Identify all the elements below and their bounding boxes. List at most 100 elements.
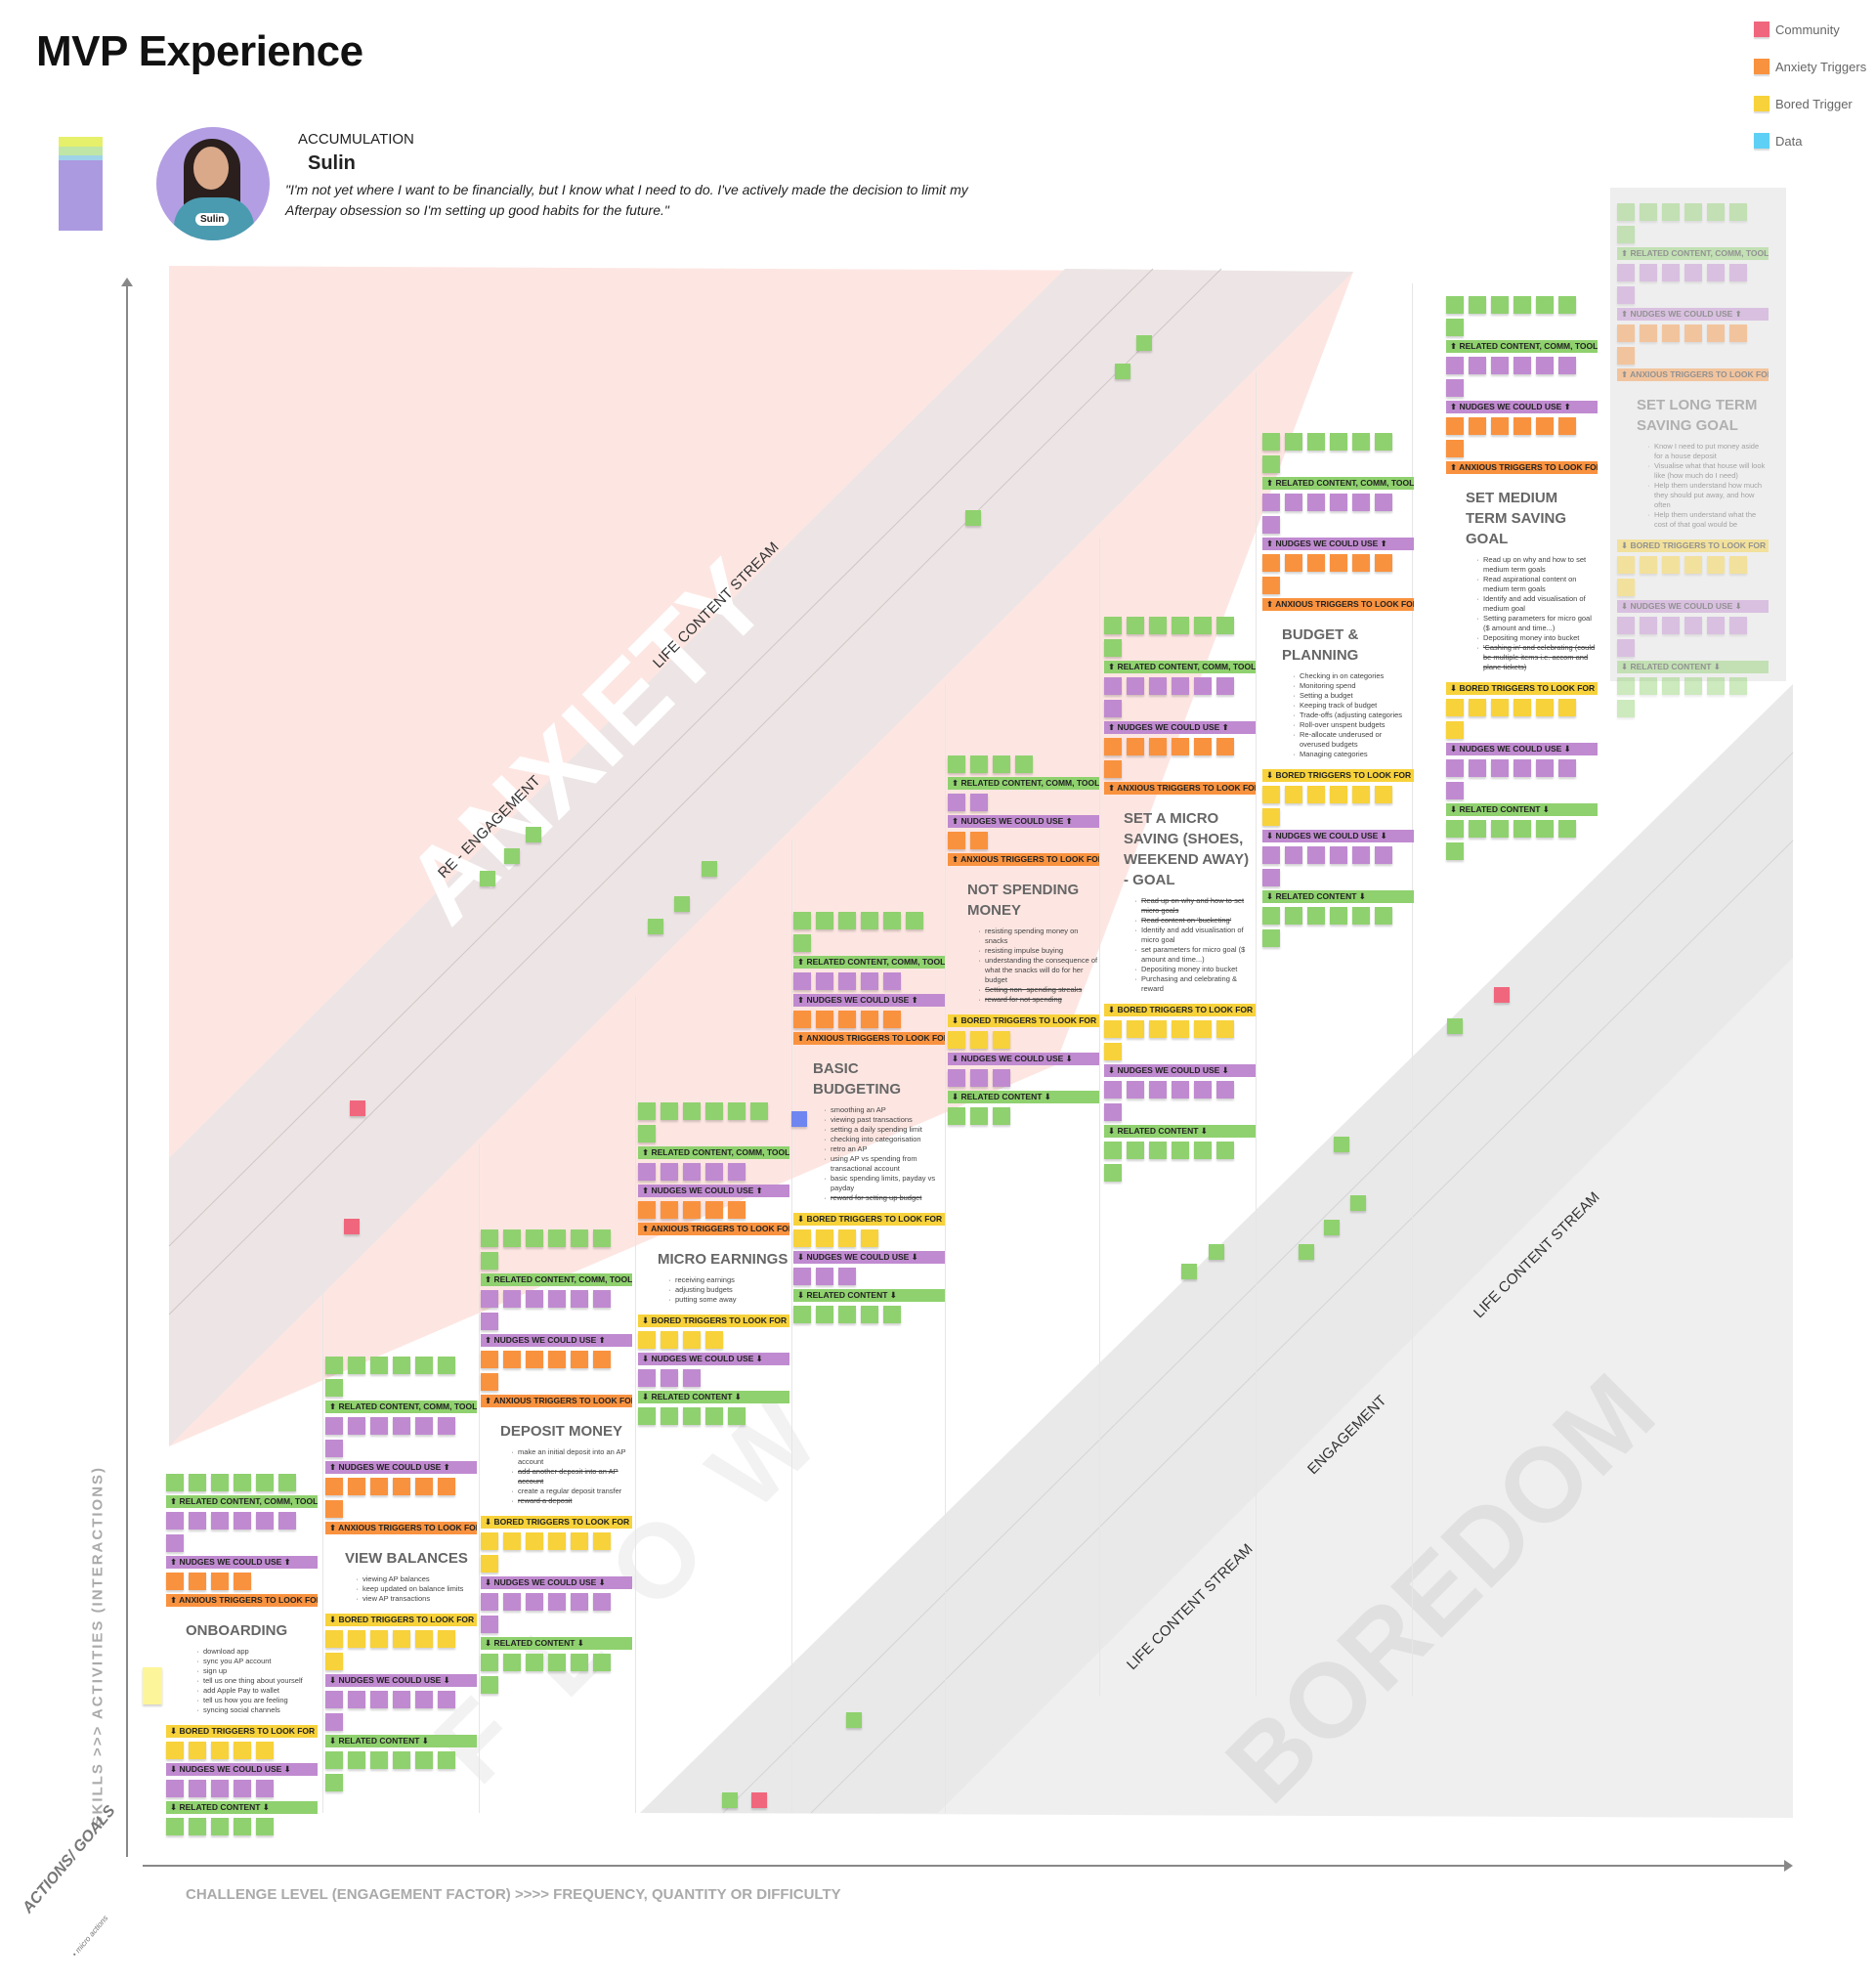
sticky-note-green[interactable]: [503, 1654, 521, 1671]
sticky-note-yellow[interactable]: [526, 1532, 543, 1550]
sticky-note-yellow[interactable]: [211, 1742, 229, 1759]
sticky-note-purple[interactable]: [348, 1691, 365, 1708]
sticky-note-green[interactable]: [838, 912, 856, 929]
sticky-note-purple[interactable]: [325, 1713, 343, 1731]
sticky-note-purple[interactable]: [1104, 1103, 1122, 1121]
sticky-note-purple[interactable]: [211, 1780, 229, 1797]
sticky-note-green[interactable]: [1324, 1220, 1340, 1235]
sticky-note-green[interactable]: [1684, 677, 1702, 695]
sticky-note-purple[interactable]: [278, 1512, 296, 1530]
sticky-note-orange[interactable]: [189, 1573, 206, 1590]
sticky-note-green[interactable]: [393, 1357, 410, 1374]
sticky-note-purple[interactable]: [548, 1290, 566, 1308]
sticky-note-green[interactable]: [1447, 1018, 1463, 1034]
sticky-note-green[interactable]: [1352, 907, 1370, 925]
sticky-note-yellow[interactable]: [1446, 721, 1464, 739]
sticky-note-green[interactable]: [965, 510, 981, 526]
sticky-note-purple[interactable]: [970, 794, 988, 811]
sticky-note-yellow[interactable]: [1172, 1020, 1189, 1038]
sticky-note-green[interactable]: [722, 1792, 738, 1808]
sticky-note-orange[interactable]: [838, 1011, 856, 1028]
sticky-note-orange[interactable]: [393, 1478, 410, 1495]
sticky-note-orange[interactable]: [1262, 554, 1280, 572]
sticky-note-green[interactable]: [970, 755, 988, 773]
sticky-note-yellow[interactable]: [593, 1532, 611, 1550]
sticky-note-green[interactable]: [1330, 907, 1347, 925]
sticky-note-pink[interactable]: [1494, 987, 1510, 1003]
sticky-note-yellow[interactable]: [1285, 786, 1302, 803]
sticky-note-yellow[interactable]: [548, 1532, 566, 1550]
sticky-note-purple[interactable]: [481, 1593, 498, 1611]
sticky-note-green[interactable]: [1285, 433, 1302, 451]
sticky-note-green[interactable]: [1617, 226, 1635, 243]
sticky-note-green[interactable]: [234, 1818, 251, 1835]
sticky-note-orange[interactable]: [1330, 554, 1347, 572]
sticky-note-orange[interactable]: [1375, 554, 1392, 572]
sticky-note-green[interactable]: [166, 1818, 184, 1835]
sticky-note-purple[interactable]: [1729, 617, 1747, 634]
sticky-note-purple[interactable]: [256, 1780, 274, 1797]
sticky-note-orange[interactable]: [370, 1478, 388, 1495]
sticky-note-purple[interactable]: [1558, 759, 1576, 777]
sticky-note-orange[interactable]: [593, 1351, 611, 1368]
sticky-note-purple[interactable]: [1469, 759, 1486, 777]
sticky-note-green[interactable]: [1262, 455, 1280, 473]
sticky-note-purple[interactable]: [1514, 759, 1531, 777]
sticky-note-yellow[interactable]: [1491, 699, 1509, 716]
sticky-note-purple[interactable]: [234, 1512, 251, 1530]
sticky-note-purple[interactable]: [1617, 617, 1635, 634]
sticky-note-green[interactable]: [1181, 1264, 1197, 1279]
sticky-note-green[interactable]: [1558, 820, 1576, 838]
sticky-note-purple[interactable]: [1375, 846, 1392, 864]
sticky-note-purple[interactable]: [593, 1290, 611, 1308]
sticky-note-yellow[interactable]: [234, 1742, 251, 1759]
sticky-note-green[interactable]: [1491, 296, 1509, 314]
sticky-note-purple[interactable]: [1352, 494, 1370, 511]
sticky-note-yellow[interactable]: [1149, 1020, 1167, 1038]
sticky-note-purple[interactable]: [1262, 516, 1280, 534]
sticky-note-purple[interactable]: [438, 1417, 455, 1435]
sticky-note-yellow[interactable]: [166, 1742, 184, 1759]
sticky-note-yellow[interactable]: [661, 1331, 678, 1349]
sticky-note-green[interactable]: [526, 827, 541, 842]
sticky-note-green[interactable]: [793, 934, 811, 952]
sticky-note-orange[interactable]: [793, 1011, 811, 1028]
sticky-note-orange[interactable]: [683, 1201, 701, 1219]
sticky-note-green[interactable]: [480, 871, 495, 886]
sticky-note-orange[interactable]: [1617, 324, 1635, 342]
sticky-note-green[interactable]: [1375, 907, 1392, 925]
sticky-note-green[interactable]: [526, 1654, 543, 1671]
sticky-note-purple[interactable]: [1104, 677, 1122, 695]
sticky-note-purple[interactable]: [526, 1290, 543, 1308]
sticky-note-green[interactable]: [1216, 1142, 1234, 1159]
sticky-note-purple[interactable]: [1172, 677, 1189, 695]
sticky-note-green[interactable]: [415, 1751, 433, 1769]
sticky-note-green[interactable]: [1015, 755, 1033, 773]
sticky-note-orange[interactable]: [1216, 738, 1234, 755]
sticky-note-green[interactable]: [1262, 907, 1280, 925]
sticky-note-green[interactable]: [481, 1676, 498, 1694]
sticky-note-purple[interactable]: [325, 1691, 343, 1708]
sticky-note-yellow[interactable]: [816, 1229, 833, 1247]
sticky-note-green[interactable]: [683, 1102, 701, 1120]
sticky-note-green[interactable]: [728, 1102, 746, 1120]
sticky-note-orange[interactable]: [1285, 554, 1302, 572]
sticky-note-purple[interactable]: [1104, 1081, 1122, 1099]
sticky-note-purple[interactable]: [1149, 1081, 1167, 1099]
sticky-note-green[interactable]: [166, 1474, 184, 1491]
sticky-note-purple[interactable]: [1617, 264, 1635, 281]
sticky-note-purple[interactable]: [1216, 1081, 1234, 1099]
sticky-note-purple[interactable]: [1446, 759, 1464, 777]
sticky-note-green[interactable]: [1352, 433, 1370, 451]
sticky-note-purple[interactable]: [838, 1268, 856, 1285]
sticky-note-green[interactable]: [438, 1357, 455, 1374]
sticky-note-purple[interactable]: [438, 1691, 455, 1708]
sticky-note-yellow[interactable]: [503, 1532, 521, 1550]
sticky-note-purple[interactable]: [970, 1069, 988, 1087]
sticky-note-purple[interactable]: [1684, 617, 1702, 634]
sticky-note-green[interactable]: [1446, 820, 1464, 838]
sticky-note-green[interactable]: [415, 1357, 433, 1374]
sticky-note-green[interactable]: [348, 1751, 365, 1769]
sticky-note-yellow[interactable]: [370, 1630, 388, 1648]
sticky-note-green[interactable]: [1729, 677, 1747, 695]
